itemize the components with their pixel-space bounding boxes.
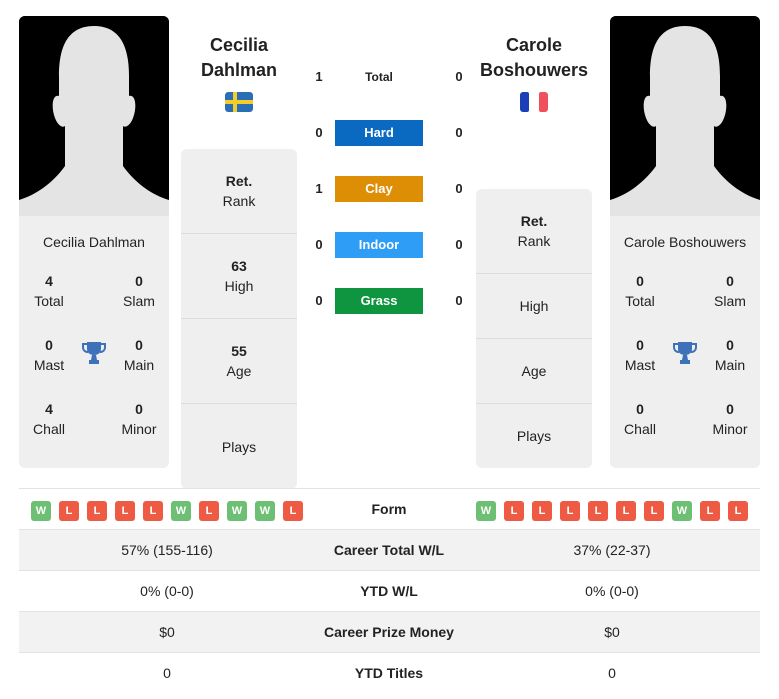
titles-mast: 0 Mast xyxy=(33,337,65,373)
titles-minor: 0 Minor xyxy=(712,401,748,437)
age-cell: Age xyxy=(476,339,592,404)
silhouette-icon xyxy=(19,16,169,216)
form-loss-badge[interactable]: L xyxy=(728,501,748,521)
form-loss-badge[interactable]: L xyxy=(616,501,636,521)
player1-card: Cecilia Dahlman 4 Total 0 Slam 0 Mast 0 Main… xyxy=(19,16,169,468)
titles-slam: 0 Slam xyxy=(714,273,746,309)
player1-photo xyxy=(19,16,169,216)
player2-card: Carole Boshouwers 0 Total 0 Slam 0 Mast 0 Ma… xyxy=(610,16,760,468)
form-row: WLLLLWLWWL Form WLLLLLLWLL xyxy=(19,488,760,530)
player1-full-name: Cecilia Dahlman xyxy=(43,234,145,250)
form-loss-badge[interactable]: L xyxy=(143,501,163,521)
form-loss-badge[interactable]: L xyxy=(560,501,580,521)
player2-photo xyxy=(610,16,760,216)
form-label: Form xyxy=(371,501,407,517)
surface-clay-badge[interactable]: Clay xyxy=(335,176,423,202)
titles-mast: 0 Mast xyxy=(624,337,656,373)
trophy-icon xyxy=(82,342,106,364)
age-cell: 55 Age xyxy=(181,319,297,404)
h2h-total-row: 1 Total 0 xyxy=(309,64,469,90)
form-loss-badge[interactable]: L xyxy=(504,501,524,521)
rank-cell: Ret. Rank xyxy=(476,189,592,274)
form-loss-badge[interactable]: L xyxy=(87,501,107,521)
titles-total: 0 Total xyxy=(625,273,655,309)
form-loss-badge[interactable]: L xyxy=(283,501,303,521)
plays-cell: Plays xyxy=(221,438,257,455)
surface-indoor-badge[interactable]: Indoor xyxy=(335,232,423,258)
form-loss-badge[interactable]: L xyxy=(588,501,608,521)
titles-chall: 0 Chall xyxy=(624,401,656,437)
form-loss-badge[interactable]: L xyxy=(644,501,664,521)
h2h-clay-row: 1 Clay 0 xyxy=(309,176,469,202)
stat-row-ytd-wl: 0% (0-0) YTD W/L 0% (0-0) xyxy=(19,571,760,612)
form-win-badge[interactable]: W xyxy=(31,501,51,521)
form-loss-badge[interactable]: L xyxy=(700,501,720,521)
titles-main: 0 Main xyxy=(714,337,746,373)
stat-row-career-wl: 57% (155-116) Career Total W/L 37% (22-3… xyxy=(19,530,760,571)
plays-cell: Plays xyxy=(516,428,552,444)
player1-name[interactable]: Cecilia Dahlman xyxy=(174,33,304,83)
form-win-badge[interactable]: W xyxy=(255,501,275,521)
titles-main: 0 Main xyxy=(123,337,155,373)
form-loss-badge[interactable]: L xyxy=(199,501,219,521)
rank-cell: Ret. Rank xyxy=(181,149,297,234)
h2h-hard-row: 0 Hard 0 xyxy=(309,120,469,146)
form-loss-badge[interactable]: L xyxy=(532,501,552,521)
high-cell: 63 High xyxy=(181,234,297,319)
form-win-badge[interactable]: W xyxy=(672,501,692,521)
france-flag-icon xyxy=(520,92,548,112)
player2-info: Ret. Rank High Age Plays xyxy=(476,189,592,468)
player1-info: Ret. Rank 63 High 55 Age Plays xyxy=(181,149,297,489)
h2h-grass-row: 0 Grass 0 xyxy=(309,288,469,314)
player1-titles: 4 Total 0 Slam 0 Mast 0 Main 4 Chall 0 Minor xyxy=(19,250,169,450)
player2-full-name: Carole Boshouwers xyxy=(623,234,747,250)
player2-titles: 0 Total 0 Slam 0 Mast 0 Main 0 Chall 0 Minor xyxy=(610,250,760,450)
high-cell: High xyxy=(476,274,592,339)
form-win-badge[interactable]: W xyxy=(476,501,496,521)
titles-total: 4 Total xyxy=(34,273,64,309)
titles-chall: 4 Chall xyxy=(33,401,65,437)
h2h-total-label: Total xyxy=(365,70,393,84)
surface-grass-badge[interactable]: Grass xyxy=(335,288,423,314)
form-win-badge[interactable]: W xyxy=(171,501,191,521)
titles-minor: 0 Minor xyxy=(121,401,157,437)
player2-name[interactable]: Carole Boshouwers xyxy=(469,33,599,83)
form-loss-badge[interactable]: L xyxy=(59,501,79,521)
h2h-indoor-row: 0 Indoor 0 xyxy=(309,232,469,258)
titles-slam: 0 Slam xyxy=(123,273,155,309)
sweden-flag-icon xyxy=(225,92,253,112)
form-win-badge[interactable]: W xyxy=(227,501,247,521)
stat-row-prize-money: $0 Career Prize Money $0 xyxy=(19,612,760,653)
silhouette-icon xyxy=(610,16,760,216)
surface-hard-badge[interactable]: Hard xyxy=(335,120,423,146)
trophy-icon xyxy=(673,342,697,364)
form-loss-badge[interactable]: L xyxy=(115,501,135,521)
stat-row-ytd-titles: 0 YTD Titles 0 xyxy=(163,665,616,681)
